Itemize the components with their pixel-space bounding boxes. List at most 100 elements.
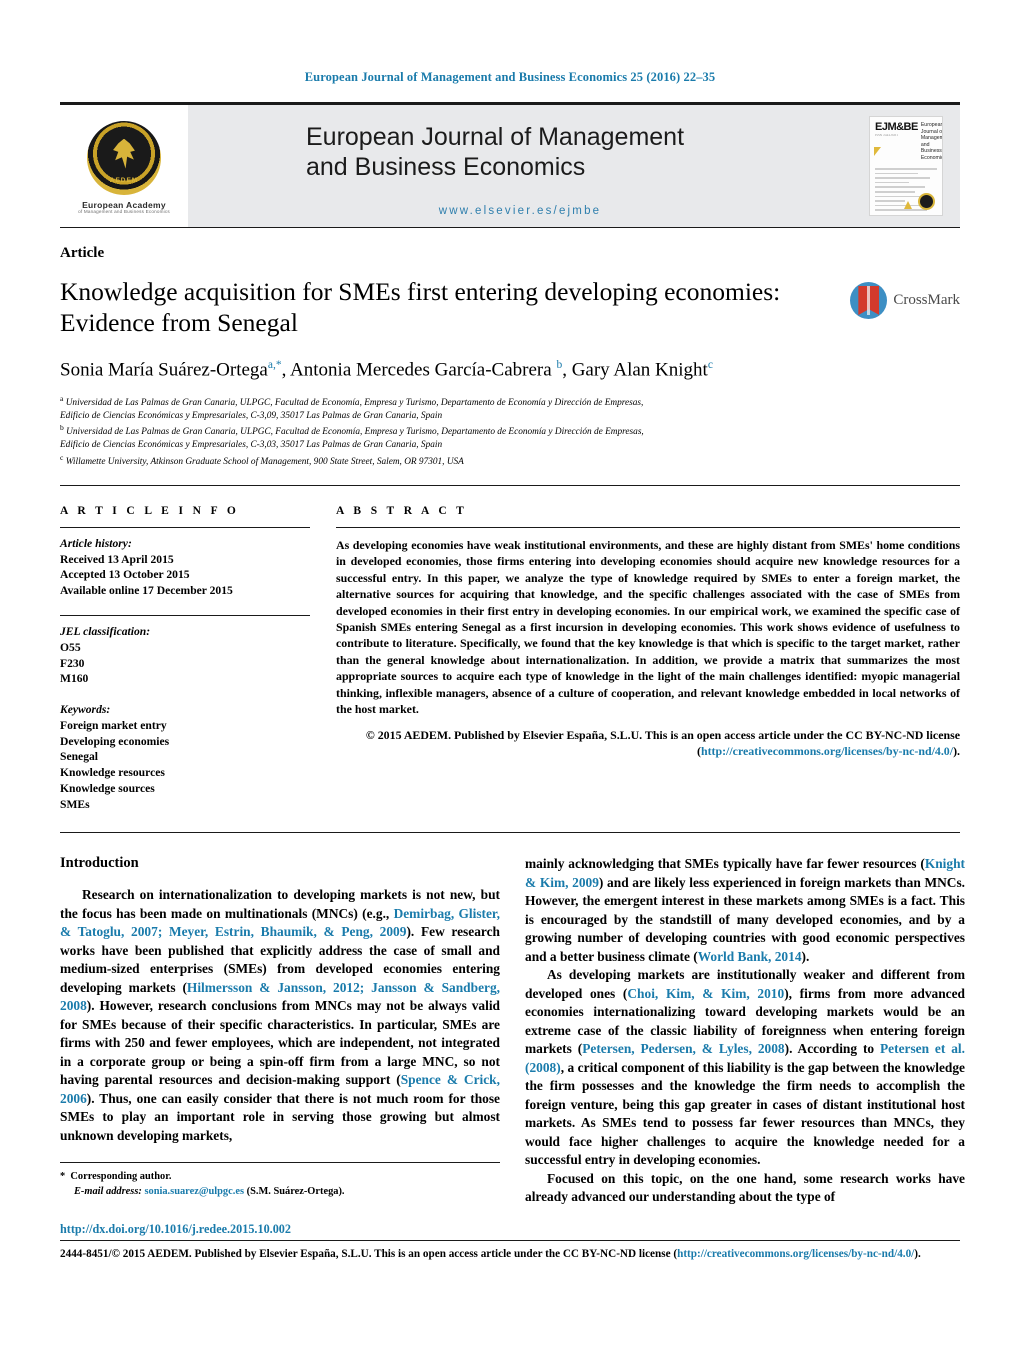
affiliation-item: b Universidad de Las Palmas de Gran Cana… (60, 423, 960, 439)
paragraph-text: mainly acknowledging that SMEs typically… (525, 856, 925, 872)
paper-title-line1: Knowledge acquisition for SMEs first ent… (60, 277, 781, 306)
affiliation-item: c Willamette University, Atkinson Gradua… (60, 453, 960, 469)
cover-mark: EJM&BE (875, 121, 918, 133)
paragraph: As developing markets are institutionall… (525, 966, 965, 1170)
crossmark-label: CrossMark (893, 292, 960, 308)
cover-journal-title: European Journal of Management and Busin… (920, 122, 943, 161)
paragraph-text: ). Thus, one can easily consider that th… (60, 1090, 500, 1143)
affiliation-list: a Universidad de Las Palmas de Gran Cana… (60, 394, 960, 469)
keyword-item: Foreign market entry (60, 718, 167, 732)
aedem-logo: AEDEM European Academy of Management and… (60, 105, 188, 227)
email-line: E-mail address: sonia.suarez@ulpgc.es (S… (60, 1185, 500, 1200)
affiliation-mark: c (60, 452, 64, 462)
jel-item: O55 (60, 640, 81, 654)
affiliation-line: Universidad de Las Palmas de Gran Canari… (65, 397, 644, 408)
author-name: Antonia Mercedes García-Cabrera (290, 359, 552, 381)
crossmark-icon (850, 282, 888, 319)
issn-post: ). (914, 1248, 921, 1260)
citation-link[interactable]: Petersen, Pedersen, & Lyles, 2008 (582, 1041, 784, 1056)
jel-item: F230 (60, 656, 85, 670)
paragraph: Research on internationalization to deve… (60, 886, 500, 1145)
corresponding-line: * Corresponding author. (60, 1170, 500, 1185)
jel-label: JEL classification: (60, 625, 151, 639)
journal-title-line1: European Journal of Management (306, 123, 685, 151)
running-head: European Journal of Management and Busin… (304, 70, 716, 84)
keyword-item: Knowledge resources (60, 766, 165, 780)
affiliation-item: a Universidad de Las Palmas de Gran Cana… (60, 394, 960, 410)
journal-masthead: AEDEM European Academy of Management and… (60, 102, 960, 227)
article-history-item: Available online 17 December 2015 (60, 584, 233, 598)
cc-license-link-footer[interactable]: http://creativecommons.org/licenses/by-n… (677, 1248, 914, 1260)
paragraph-text: , a critical component of this liability… (525, 1059, 965, 1168)
paragraph: Focused on this topic, on the one hand, … (525, 1170, 965, 1205)
affiliation-item: Edificio de Ciencias Económicas y Empres… (60, 410, 960, 423)
corresponding-author-note: * Corresponding author. E-mail address: … (60, 1162, 500, 1200)
paragraph: mainly acknowledging that SMEs typically… (525, 855, 965, 966)
article-info-rule (60, 526, 310, 528)
affiliation-line: Willamette University, Atkinson Graduate… (65, 456, 464, 467)
abstract-text: As developing economies have weak instit… (336, 537, 960, 717)
article-info-heading: A R T I C L E I N F O (60, 504, 240, 517)
journal-cover-cell: EJM&BE ISSN 2444-8451 European Journal o… (852, 105, 960, 227)
email-label: E-mail address: (74, 1185, 142, 1197)
aedem-seal-word: AEDEM (109, 177, 139, 185)
affiliation-line: Edificio de Ciencias Económicas y Empres… (60, 411, 443, 422)
introduction-heading: Introduction (60, 855, 139, 872)
article-history-item: Accepted 13 October 2015 (60, 568, 190, 582)
author-name: Gary Alan Knight (571, 359, 708, 381)
aedem-caption: European Academy of Management and Busin… (78, 201, 170, 215)
author-marks[interactable]: c (708, 359, 713, 371)
cover-header: EJM&BE ISSN 2444-8451 European Journal o… (875, 122, 942, 161)
paragraph-text: ). (801, 948, 810, 964)
keyword-item: Developing economies (60, 734, 170, 748)
crossmark-badge[interactable]: CrossMark (850, 282, 960, 319)
keywords-block: Keywords: Foreign market entry Developin… (60, 702, 310, 812)
abstract-column: A B S T R A C T As developing economies … (336, 505, 960, 812)
info-abstract-row: A R T I C L E I N F O Article history: R… (60, 484, 960, 812)
affiliation-line: Edificio de Ciencias Económicas y Empres… (60, 440, 443, 451)
body-column-left: Introduction Research on internationaliz… (60, 855, 500, 1207)
author-list: Sonia María Suárez-Ortegaa,*, Antonia Me… (60, 358, 713, 381)
cc-license-link[interactable]: http://creativecommons.org/licenses/by-n… (701, 744, 953, 758)
issn-pre: 2444-8451/© 2015 AEDEM. Published by Els… (60, 1248, 678, 1260)
eagle-icon (113, 138, 135, 169)
email-link[interactable]: sonia.suarez@ulpgc.es (144, 1186, 244, 1197)
article-body: Introduction Research on internationaliz… (60, 832, 965, 1207)
article-history-label: Article history: (60, 536, 132, 550)
author-name: Sonia María Suárez-Ortega (60, 359, 268, 381)
affiliation-item: Edificio de Ciencias Económicas y Empres… (60, 439, 960, 452)
journal-cover-thumbnail[interactable]: EJM&BE ISSN 2444-8451 European Journal o… (869, 116, 943, 216)
masthead-bottom-rule (60, 227, 960, 228)
keyword-item: SMEs (60, 797, 90, 811)
affiliation-mark: b (60, 423, 64, 433)
aedem-seal-icon: AEDEM (61, 121, 187, 196)
elsevier-url-link[interactable]: www.elsevier.es/ejmbe (188, 205, 852, 217)
article-info-column: A R T I C L E I N F O Article history: R… (60, 505, 310, 812)
jel-block: JEL classification: O55 F230 M160 (60, 624, 310, 687)
citation-link[interactable]: Choi, Kim, & Kim, 2010 (627, 986, 784, 1001)
author-marks[interactable]: b (556, 359, 562, 371)
keywords-label: Keywords: (60, 703, 111, 717)
paragraph-text: ). According to (784, 1041, 880, 1057)
citation-link[interactable]: World Bank, 2014 (698, 949, 802, 964)
masthead-title-cell: European Journal of Management and Busin… (188, 105, 852, 227)
abstract-rule (336, 526, 960, 528)
author-marks[interactable]: a,* (268, 359, 282, 371)
abstract-heading: A B S T R A C T (336, 504, 468, 517)
keyword-item: Knowledge sources (60, 781, 155, 795)
paper-page: European Journal of Management and Busin… (0, 0, 1020, 1351)
asterisk-icon: * (60, 1171, 66, 1182)
doi-link[interactable]: http://dx.doi.org/10.1016/j.redee.2015.1… (60, 1222, 291, 1237)
jel-rule (60, 615, 310, 617)
journal-title: European Journal of Management and Busin… (306, 123, 852, 182)
affiliation-mark: a (60, 393, 64, 403)
jel-item: M160 (60, 672, 89, 686)
corresponding-label: Corresponding author. (70, 1171, 172, 1182)
cover-mark-sub: ISSN 2444-8451 (875, 133, 899, 137)
abstract-copyright: © 2015 AEDEM. Published by Elsevier Espa… (336, 727, 960, 760)
cover-mark-block: EJM&BE ISSN 2444-8451 (875, 122, 918, 161)
issn-copyright-line: 2444-8451/© 2015 AEDEM. Published by Els… (60, 1240, 960, 1262)
body-column-right: mainly acknowledging that SMEs typically… (525, 855, 965, 1207)
article-kind-label: Article (60, 245, 105, 261)
article-history-block: Article history: Received 13 April 2015 … (60, 536, 310, 599)
